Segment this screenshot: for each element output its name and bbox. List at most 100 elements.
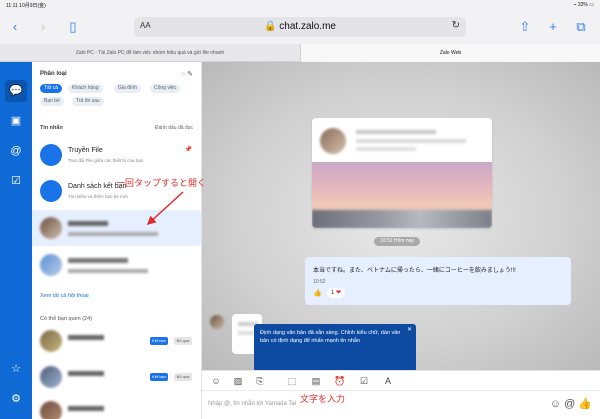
browser-toolbar: ‹ › ▯ AA 🔒 chat.zalo.me ↻ ⇧ + ⧉ <box>0 10 600 44</box>
avatar <box>320 128 346 154</box>
annotation-type: 文字を入力 <box>300 395 346 405</box>
conversation-list: Phân loại ◌ ✎ Tất cả Khách hàng Gia đình… <box>32 62 202 419</box>
bookmarks-icon[interactable]: ▯ <box>64 18 82 36</box>
card-line <box>356 147 416 151</box>
image-icon[interactable]: ▨ <box>232 375 244 387</box>
reaction-count[interactable]: 1 ❤ <box>327 288 346 298</box>
business-card-icon[interactable]: ▤ <box>310 375 322 387</box>
tab-bar: Zalo PC - Tải Zalo PC để làm việc nhóm h… <box>0 44 600 62</box>
suggest-item: Kết bạn Bỏ qua <box>32 327 201 355</box>
close-icon[interactable]: ✕ <box>407 326 412 334</box>
avatar <box>40 330 62 352</box>
attach-icon[interactable]: ⎘ <box>254 375 266 387</box>
conversation-preview: Trao đổi File giữa các thiết bị của bạn <box>68 158 144 163</box>
shared-post-card[interactable] <box>312 118 492 228</box>
see-all-link[interactable]: Xem tất cả hội thoại <box>40 293 89 299</box>
card-photo <box>312 162 492 228</box>
zalo-sidebar: 💬 ▣ @ ☑ ☆ ⚙ <box>0 62 32 419</box>
todo-icon[interactable]: ☑ <box>5 170 27 192</box>
add-friend-icon <box>40 180 62 202</box>
annotation-tap: 一回タップすると開く <box>116 179 207 189</box>
my-message-bubble[interactable]: 本当ですね。また、ベトナムに帰ったら、一緒にコーヒーを飲みましょう!!! 10:… <box>305 257 571 305</box>
suggest-name <box>68 335 104 340</box>
add-friend-button[interactable]: Kết bạn <box>150 373 168 381</box>
contacts-icon[interactable]: ▣ <box>5 110 27 132</box>
mark-read-link[interactable]: Đánh dấu đã đọc <box>155 125 193 131</box>
tab-zalo-pc[interactable]: Zalo PC - Tải Zalo PC để làm việc nhóm h… <box>0 44 300 62</box>
screenshot-icon[interactable]: ⬚ <box>286 375 298 387</box>
star-icon[interactable]: ☆ <box>5 358 27 380</box>
conversation-name: Truyền File <box>68 147 103 154</box>
new-tab-icon[interactable]: + <box>544 18 562 36</box>
composer-toolbar: ☺ ▨ ⎘ ⬚ ▤ ⏰ ☑ A <box>202 370 600 390</box>
filter-chip-customers[interactable]: Khách hàng <box>68 84 103 93</box>
composer-actions: ☺ @ 👍 <box>550 397 592 410</box>
filter-chip-friends[interactable]: Bạn bè <box>40 97 64 106</box>
address-bar[interactable]: AA 🔒 chat.zalo.me ↻ <box>134 17 466 37</box>
thumbs-up-icon[interactable]: 👍 <box>578 398 592 410</box>
message-line <box>238 331 254 335</box>
battery-indicator: ⌁ 33% ▭ <box>573 2 594 8</box>
photo-landscape <box>312 210 492 228</box>
add-friend-button[interactable]: Kết bạn <box>150 337 168 345</box>
task-icon[interactable]: ☑ <box>358 375 370 387</box>
skip-button[interactable]: Bỏ qua <box>174 337 192 345</box>
conversation-item[interactable]: Truyền File Trao đổi File giữa các thiết… <box>32 137 201 173</box>
chat-panel: 10:52 Hôm nay 本当ですね。また、ベトナムに帰ったら、一緒にコーヒー… <box>202 62 600 419</box>
tab-zalo-web[interactable]: Zalo Web <box>300 44 600 62</box>
message-time: 10:52 <box>313 279 326 285</box>
status-bar: 11:11 10月9日(金) ⌁ 33% ▭ <box>0 0 600 10</box>
at-icon[interactable]: @ <box>564 398 575 410</box>
message-input[interactable]: Nhập @, tin nhắn tới Yamada Tai <box>208 401 296 407</box>
tabs-overview-icon[interactable]: ⧉ <box>572 18 590 36</box>
messages-header: Tin nhắn <box>40 125 63 131</box>
avatar <box>40 401 62 419</box>
message-composer: Nhập @, tin nhắn tới Yamada Tai ☺ @ 👍 <box>202 390 600 419</box>
conversation-item[interactable] <box>32 247 201 283</box>
category-tools[interactable]: ◌ ✎ <box>181 70 193 78</box>
avatar <box>40 217 62 239</box>
cloud-icon <box>40 144 62 166</box>
messages-icon[interactable]: 💬 <box>5 80 27 102</box>
reload-icon[interactable]: ↻ <box>452 20 460 31</box>
format-tooltip: Định dạng văn bản đã sẵn sàng. Chỉnh kiể… <box>254 324 416 377</box>
suggest-name <box>68 406 104 411</box>
settings-gear-icon[interactable]: ⚙ <box>5 388 27 410</box>
mentions-icon[interactable]: @ <box>5 140 27 162</box>
suggest-item: Kết bạn Bỏ qua <box>32 363 201 391</box>
back-icon[interactable]: ‹ <box>6 18 24 36</box>
conversation-item-selected[interactable] <box>32 210 201 246</box>
sticker-icon[interactable]: ☺ <box>210 375 222 387</box>
conversation-preview <box>68 269 148 273</box>
filter-chip-reply-later[interactable]: Trả lời sau <box>72 97 104 106</box>
filter-chip-work[interactable]: Công việc <box>150 84 181 93</box>
conversation-name <box>68 221 108 226</box>
status-time: 11:11 10月9日(金) <box>6 3 46 9</box>
conversation-preview <box>68 232 158 236</box>
emoji-icon[interactable]: ☺ <box>550 398 561 410</box>
text-format-icon[interactable]: A <box>382 375 394 387</box>
avatar <box>40 254 62 276</box>
share-icon[interactable]: ⇧ <box>516 18 534 36</box>
category-title: Phân loại <box>40 71 67 77</box>
message-text: 本当ですね。また、ベトナムに帰ったら、一緒にコーヒーを飲みましょう!!! <box>313 268 516 274</box>
avatar <box>210 315 224 329</box>
avatar <box>40 366 62 388</box>
filter-chip-family[interactable]: Gia đình <box>114 84 141 93</box>
url-text: 🔒 chat.zalo.me <box>264 21 336 32</box>
tooltip-text: Định dạng văn bản đã sẵn sàng. Chỉnh kiể… <box>260 330 401 344</box>
suggest-header: Có thể bạn quen (24) <box>40 316 92 322</box>
time-divider: 10:52 Hôm nay <box>374 237 420 246</box>
card-line <box>356 130 436 134</box>
pin-icon: 📌 <box>184 147 192 153</box>
forward-icon[interactable]: › <box>34 18 52 36</box>
suggest-name <box>68 371 104 376</box>
card-line <box>356 139 466 143</box>
like-icon[interactable]: 👍 <box>313 289 322 297</box>
filter-chip-all[interactable]: Tất cả <box>40 84 62 93</box>
suggest-item <box>32 398 201 419</box>
reminder-icon[interactable]: ⏰ <box>334 375 346 387</box>
conversation-preview: Tìm kiếm và thêm bạn bè mới <box>68 194 128 199</box>
conversation-name <box>68 258 128 263</box>
skip-button[interactable]: Bỏ qua <box>174 373 192 381</box>
